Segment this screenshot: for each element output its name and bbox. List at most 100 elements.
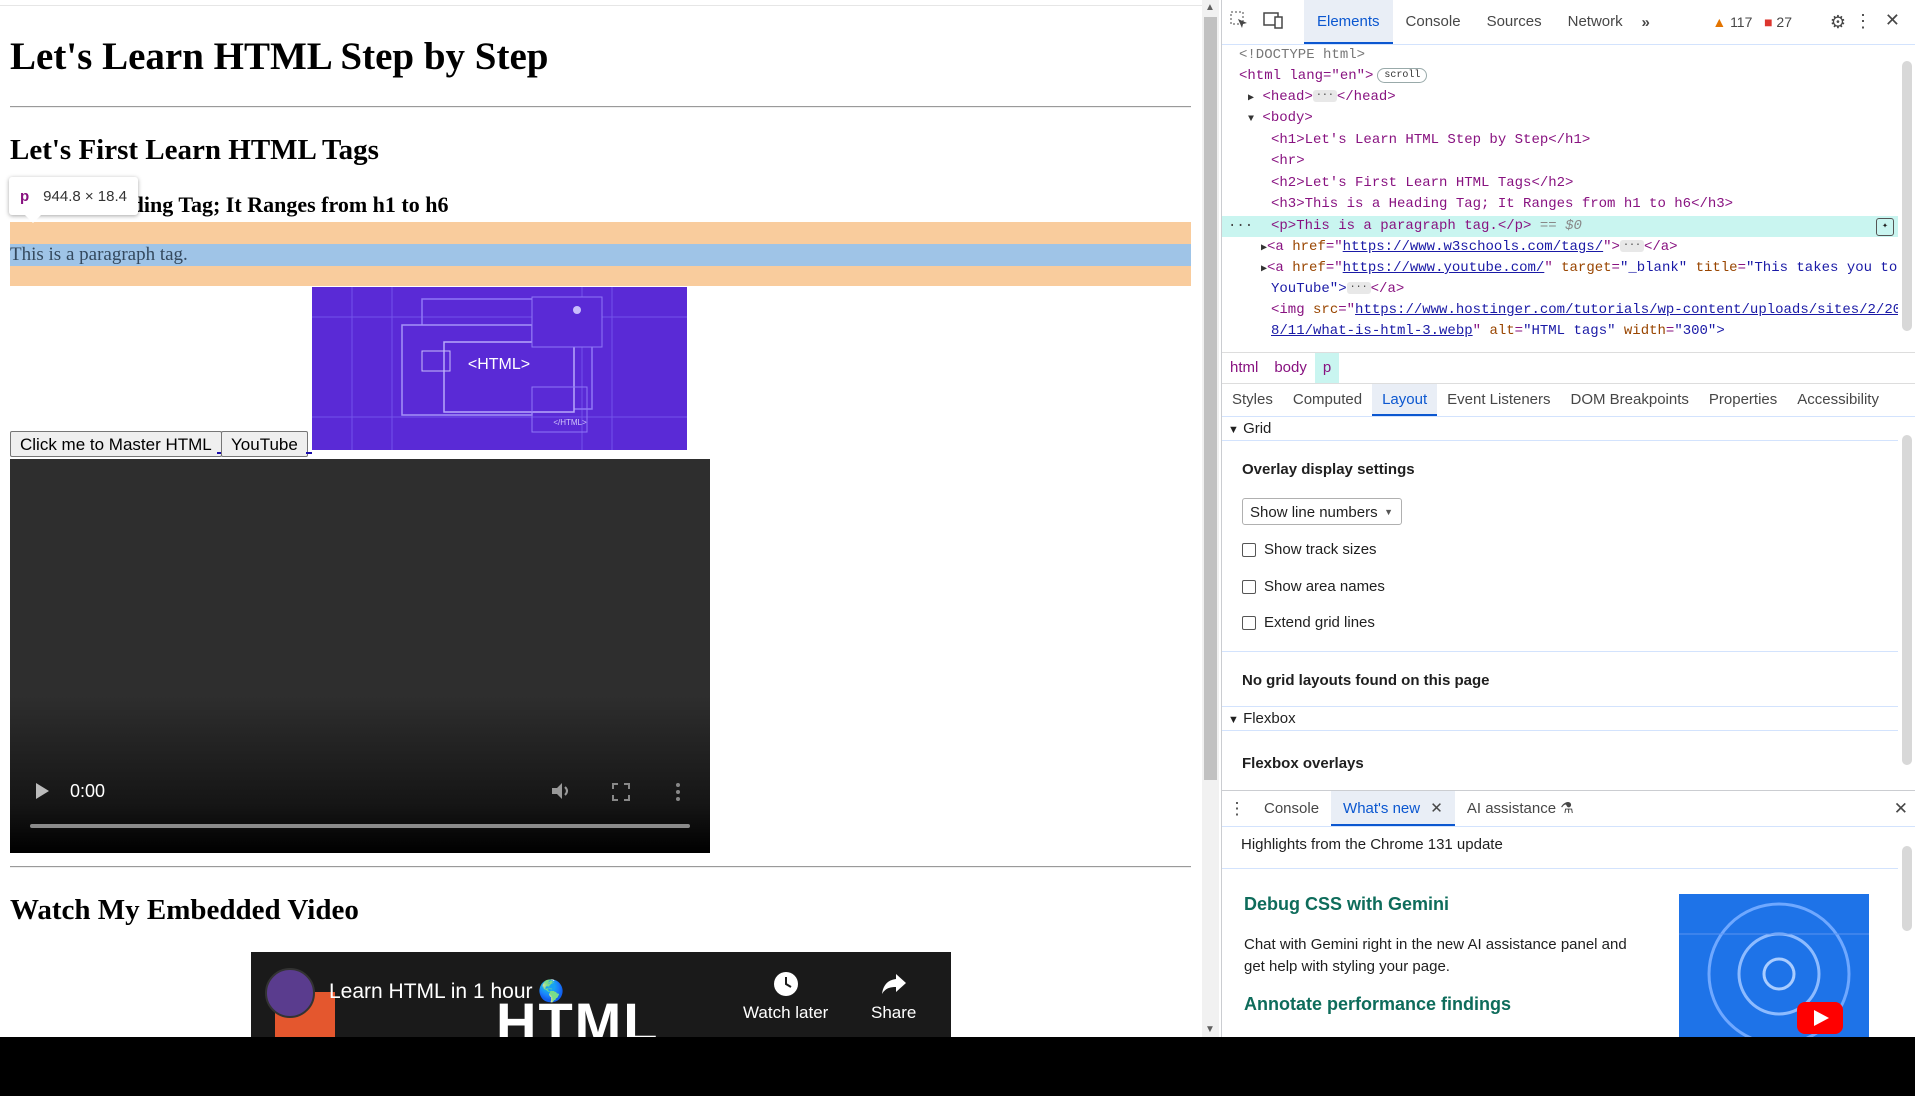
warning-triangle-icon: ▲ (1712, 14, 1727, 30)
drawer-tab-whats-new[interactable]: What's new ✕ (1331, 791, 1455, 826)
flexbox-overlays-title: Flexbox overlays (1242, 755, 1364, 772)
video-player[interactable]: 0:00 (10, 459, 710, 853)
dom-h2[interactable]: <h2>Let's First Learn HTML Tags</h2> (1222, 173, 1898, 194)
image-html-small-label: </HTML> (553, 418, 587, 427)
issue-count: 27 (1776, 14, 1792, 30)
drawer-tabs: ⋮ Console What's new ✕ AI assistance ⚗ ✕ (1222, 790, 1915, 827)
top-border (0, 5, 1202, 6)
dom-h1[interactable]: <h1>Let's Learn HTML Step by Step</h1> (1222, 130, 1898, 151)
tab-accessibility[interactable]: Accessibility (1787, 384, 1889, 416)
layout-scroll-thumb[interactable] (1902, 435, 1912, 765)
element-inspect-tooltip: p 944.8 × 18.4 (9, 177, 138, 223)
fullscreen-icon[interactable] (612, 783, 630, 801)
layout-scrollbar[interactable] (1898, 417, 1915, 787)
browser-viewport: Let's Learn HTML Step by Step Let's Firs… (0, 0, 1915, 1037)
dom-head[interactable]: ▶ <head> ··· </head> (1222, 87, 1898, 108)
master-html-button[interactable]: Click me to Master HTML (10, 431, 222, 457)
dom-a-w3schools[interactable]: ▶<a href="https://www.w3schools.com/tags… (1222, 237, 1898, 258)
page-scrollbar[interactable]: ▲ ▼ (1202, 0, 1219, 1037)
scroll-up-arrow-icon[interactable]: ▲ (1205, 2, 1215, 13)
dom-h3[interactable]: <h3>This is a Heading Tag; It Ranges fro… (1222, 194, 1898, 215)
expand-arrow-icon: ▶ (1248, 93, 1255, 104)
issue-counters[interactable]: ▲ 117 ■ 27 (1712, 14, 1792, 30)
chrome-logo-icon (1679, 902, 1869, 1037)
issue-flag-icon: ■ (1764, 14, 1773, 30)
tab-computed[interactable]: Computed (1283, 384, 1372, 416)
chrome-feature-thumbnail[interactable] (1679, 894, 1869, 1037)
watch-later-button[interactable]: Watch later (743, 970, 828, 1023)
play-icon[interactable] (34, 782, 50, 800)
line-numbers-select[interactable]: Show line numbers ▼ (1242, 498, 1402, 525)
clock-icon (773, 972, 798, 996)
tab-event-listeners[interactable]: Event Listeners (1437, 384, 1560, 416)
warning-count: 117 (1730, 14, 1753, 30)
horizontal-rule (10, 866, 1191, 868)
page-heading-h2: Let's First Learn HTML Tags (10, 134, 379, 166)
more-options-icon[interactable] (675, 782, 681, 802)
tab-styles[interactable]: Styles (1222, 384, 1283, 416)
tab-sources[interactable]: Sources (1474, 0, 1555, 44)
page-scroll-thumb[interactable] (1204, 17, 1217, 780)
scroll-badge[interactable]: scroll (1377, 67, 1428, 83)
divider (1222, 651, 1898, 652)
tab-layout[interactable]: Layout (1372, 384, 1438, 416)
show-area-names-checkbox[interactable]: Show area names (1242, 578, 1385, 595)
drawer-menu-icon[interactable]: ⋮ (1222, 799, 1252, 819)
dom-img[interactable]: <img src="https://www.hostinger.com/tuto… (1222, 300, 1898, 321)
inspect-element-icon[interactable] (1222, 11, 1256, 33)
watch-later-label: Watch later (743, 1003, 829, 1022)
scroll-down-arrow-icon[interactable]: ▼ (1205, 1024, 1215, 1035)
rendered-page: Let's Learn HTML Step by Step Let's Firs… (0, 0, 1202, 1037)
whats-new-scroll-thumb[interactable] (1902, 846, 1912, 931)
tooltip-tag: p (20, 187, 30, 205)
youtube-button[interactable]: YouTube (221, 431, 308, 457)
youtube-embed[interactable]: HTML Learn HTML in 1 hour 🌎 Watch later … (251, 952, 951, 1037)
tab-console[interactable]: Console (1393, 0, 1474, 44)
tab-elements[interactable]: Elements (1304, 0, 1393, 44)
breadcrumb-body[interactable]: body (1266, 353, 1315, 383)
device-toolbar-icon[interactable] (1256, 11, 1290, 33)
settings-gear-icon[interactable]: ⚙ (1830, 12, 1846, 33)
dom-a-youtube-cont[interactable]: YouTube"> ··· </a> (1222, 279, 1898, 300)
tab-dom-breakpoints[interactable]: DOM Breakpoints (1561, 384, 1699, 416)
channel-avatar[interactable] (265, 968, 315, 1018)
drawer-tab-console[interactable]: Console (1252, 791, 1331, 826)
more-tabs-chevron-icon[interactable]: » (1636, 14, 1656, 31)
close-drawer-icon[interactable]: ✕ (1894, 799, 1908, 819)
annotate-performance-heading[interactable]: Annotate performance findings (1244, 994, 1511, 1015)
share-icon (881, 974, 906, 994)
drawer-tab-ai-assistance[interactable]: AI assistance ⚗ (1455, 791, 1586, 826)
kebab-menu-icon[interactable]: ⋮ (1854, 11, 1872, 32)
video-progress-bar[interactable] (30, 824, 690, 828)
tab-properties[interactable]: Properties (1699, 384, 1787, 416)
paragraph-margin-highlight-bottom (10, 266, 1191, 286)
whats-new-scrollbar[interactable] (1898, 826, 1915, 1037)
dom-img-cont[interactable]: 8/11/what-is-html-3.webp" alt="HTML tags… (1222, 321, 1898, 342)
no-grid-message: No grid layouts found on this page (1242, 672, 1490, 689)
close-devtools-icon[interactable]: ✕ (1885, 10, 1900, 31)
grid-section-header[interactable]: ▼ Grid (1222, 417, 1898, 441)
tab-network[interactable]: Network (1555, 0, 1636, 44)
breadcrumb-html[interactable]: html (1222, 353, 1266, 383)
share-button[interactable]: Share (871, 970, 916, 1023)
show-track-sizes-checkbox[interactable]: Show track sizes (1242, 541, 1377, 558)
dom-hr[interactable]: <hr> (1222, 151, 1898, 172)
dom-body[interactable]: ▼ <body> (1222, 108, 1898, 129)
flask-icon: ⚗ (1560, 800, 1574, 817)
debug-css-heading[interactable]: Debug CSS with Gemini (1244, 894, 1449, 915)
paragraph-highlighted[interactable]: This is a paragraph tag. (10, 244, 1191, 266)
dom-a-youtube[interactable]: ▶<a href="https://www.youtube.com/" targ… (1222, 258, 1898, 279)
breadcrumb-p[interactable]: p (1314, 353, 1340, 383)
chevron-down-icon: ▼ (1384, 507, 1393, 517)
dom-html[interactable]: <html lang="en"> scroll (1222, 66, 1898, 87)
dom-scrollbar[interactable] (1898, 45, 1915, 350)
extend-grid-lines-checkbox[interactable]: Extend grid lines (1242, 614, 1375, 631)
embed-video-title[interactable]: Learn HTML in 1 hour 🌎 (329, 980, 564, 1004)
volume-icon[interactable] (550, 781, 572, 801)
devtools-panel: Elements Console Sources Network » ▲ 117… (1221, 0, 1915, 1037)
flexbox-section-header[interactable]: ▼ Flexbox (1222, 707, 1898, 731)
dom-doctype[interactable]: <!DOCTYPE html> (1222, 45, 1898, 66)
dom-scroll-thumb[interactable] (1902, 61, 1912, 331)
layout-pane: ▼ Grid Overlay display settings Show lin… (1222, 417, 1898, 787)
dom-p-selected[interactable]: ··· <p>This is a paragraph tag.</p> == $0… (1222, 216, 1898, 237)
